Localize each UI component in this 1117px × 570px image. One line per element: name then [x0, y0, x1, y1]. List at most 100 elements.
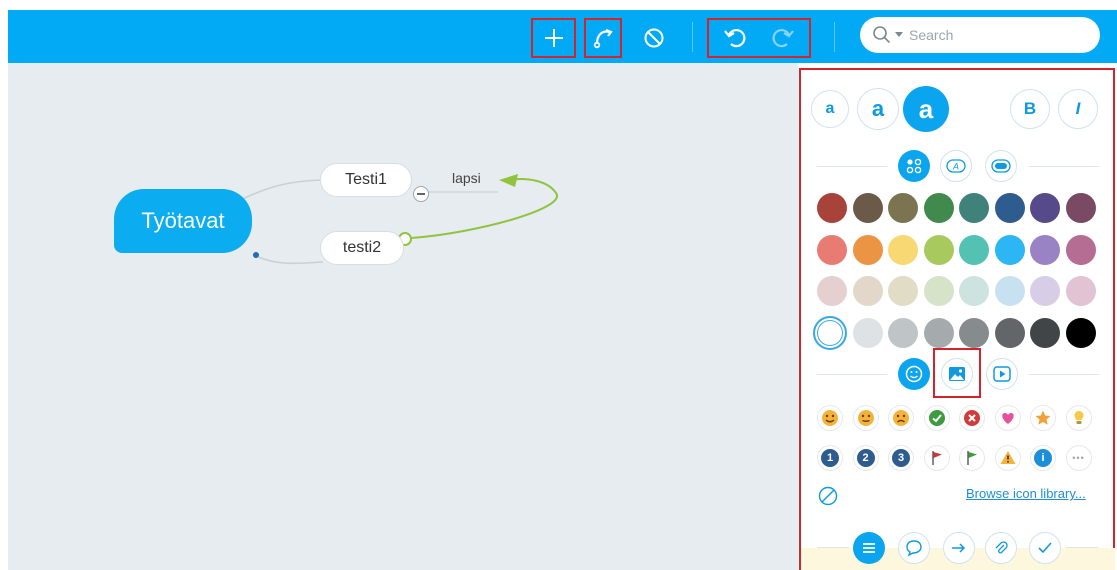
more-icon: ••• [1072, 453, 1085, 463]
bulb-icon [1074, 411, 1083, 424]
color-swatch[interactable] [852, 276, 883, 306]
color-swatch[interactable] [994, 276, 1025, 306]
number-2-option[interactable]: 2 [852, 445, 879, 471]
color-swatch[interactable] [959, 193, 989, 223]
color-swatch[interactable] [888, 276, 918, 306]
color-swatch[interactable] [923, 317, 954, 348]
color-swatch[interactable] [1065, 234, 1096, 265]
font-size-large-button[interactable]: a [903, 86, 949, 132]
undo-button[interactable] [709, 27, 759, 49]
smiley-tab-icon [905, 365, 923, 383]
play-tab[interactable] [986, 358, 1018, 390]
topic-testi1[interactable]: Testi1 [320, 163, 412, 197]
undo-icon [724, 28, 746, 48]
smiley-tab[interactable] [898, 358, 930, 390]
color-swatch[interactable] [1065, 317, 1096, 348]
root-topic[interactable]: Työtavat [114, 189, 252, 253]
font-size-medium-button[interactable]: a [857, 88, 899, 130]
link-tab[interactable] [943, 532, 975, 564]
green-flag-icon [967, 451, 977, 465]
sad-icon [893, 410, 909, 426]
comment-tab[interactable] [898, 532, 930, 564]
color-swatch[interactable] [817, 193, 847, 223]
color-swatch[interactable] [959, 317, 989, 348]
topic-testi2[interactable]: testi2 [320, 231, 404, 265]
sad-option[interactable] [888, 405, 914, 431]
search-box[interactable] [860, 17, 1100, 53]
color-swatch[interactable] [1065, 276, 1096, 306]
browse-icon-library-link[interactable]: Browse icon library... [966, 486, 1086, 501]
section-divider [817, 166, 887, 167]
heart-option[interactable] [994, 405, 1021, 431]
color-swatch[interactable] [994, 234, 1025, 265]
color-swatch[interactable] [888, 317, 918, 348]
remove-icon-button[interactable] [817, 485, 839, 507]
color-swatch[interactable] [1030, 193, 1060, 223]
color-swatch[interactable] [923, 276, 954, 306]
cross-option[interactable] [959, 405, 985, 431]
red-flag-option[interactable] [923, 445, 950, 471]
warning-option[interactable] [994, 445, 1021, 471]
image-tab[interactable] [941, 358, 973, 390]
top-toolbar [8, 10, 1117, 63]
star-option[interactable] [1030, 405, 1056, 431]
color-swatch[interactable] [1030, 276, 1060, 306]
no-entry-button[interactable] [636, 18, 672, 58]
shape-style-tab[interactable] [985, 150, 1017, 182]
chevron-down-icon[interactable] [895, 32, 903, 38]
color-swatch[interactable] [1065, 193, 1096, 223]
root-topic-anchor[interactable] [253, 252, 259, 258]
color-swatch[interactable] [852, 317, 883, 348]
relationship-button[interactable] [584, 18, 622, 58]
color-swatch[interactable] [994, 193, 1025, 223]
number-3-option[interactable]: 3 [888, 445, 914, 471]
color-swatch[interactable] [959, 234, 989, 265]
check-option[interactable] [923, 405, 950, 431]
attachment-tab-icon [995, 541, 1008, 554]
bold-button[interactable]: B [1010, 89, 1050, 129]
section-divider [1029, 166, 1099, 167]
color-swatch[interactable] [888, 193, 918, 223]
image-tab-icon [949, 367, 965, 381]
bulb-option[interactable] [1065, 405, 1092, 431]
color-swatch[interactable] [1030, 234, 1060, 265]
add-topic-button[interactable] [531, 18, 576, 58]
format-tab[interactable] [853, 532, 885, 564]
section-divider [817, 547, 849, 548]
color-swatch[interactable] [817, 234, 847, 265]
color-swatch[interactable] [1030, 317, 1060, 348]
play-tab-icon [993, 366, 1011, 382]
mind-map-canvas[interactable]: Työtavat Testi1 testi2 lapsi [8, 63, 798, 570]
search-input[interactable] [909, 27, 1079, 43]
color-swatch[interactable] [852, 193, 883, 223]
info-icon: i [1034, 449, 1052, 467]
smile-option[interactable] [817, 405, 843, 431]
shape-style-icon [991, 159, 1011, 173]
font-size-small-button[interactable]: a [811, 90, 849, 128]
redo-button[interactable] [759, 27, 809, 49]
color-swatch[interactable] [817, 276, 847, 306]
heart-icon [1001, 413, 1014, 424]
color-swatch[interactable] [813, 315, 847, 350]
format-tab-icon [863, 543, 875, 553]
number-1-option[interactable]: 1 [817, 445, 843, 471]
collapse-toggle[interactable] [413, 186, 429, 202]
task-tab[interactable] [1029, 532, 1061, 564]
theme-tab[interactable] [898, 150, 930, 182]
color-swatch[interactable] [852, 234, 883, 265]
section-divider [1066, 547, 1098, 548]
relationship-icon [593, 28, 613, 49]
color-swatch[interactable] [923, 193, 954, 223]
info-option[interactable]: i [1030, 445, 1056, 471]
color-swatch[interactable] [888, 234, 918, 265]
attachment-tab[interactable] [985, 532, 1017, 564]
italic-button[interactable]: I [1058, 89, 1098, 129]
color-swatch[interactable] [994, 317, 1025, 348]
text-style-tab[interactable]: A [940, 150, 972, 182]
relationship-label[interactable]: lapsi [452, 170, 481, 186]
neutral-option[interactable] [852, 405, 879, 431]
color-swatch[interactable] [923, 234, 954, 265]
green-flag-option[interactable] [959, 445, 985, 471]
more-option[interactable]: ••• [1065, 445, 1092, 471]
color-swatch[interactable] [959, 276, 989, 306]
